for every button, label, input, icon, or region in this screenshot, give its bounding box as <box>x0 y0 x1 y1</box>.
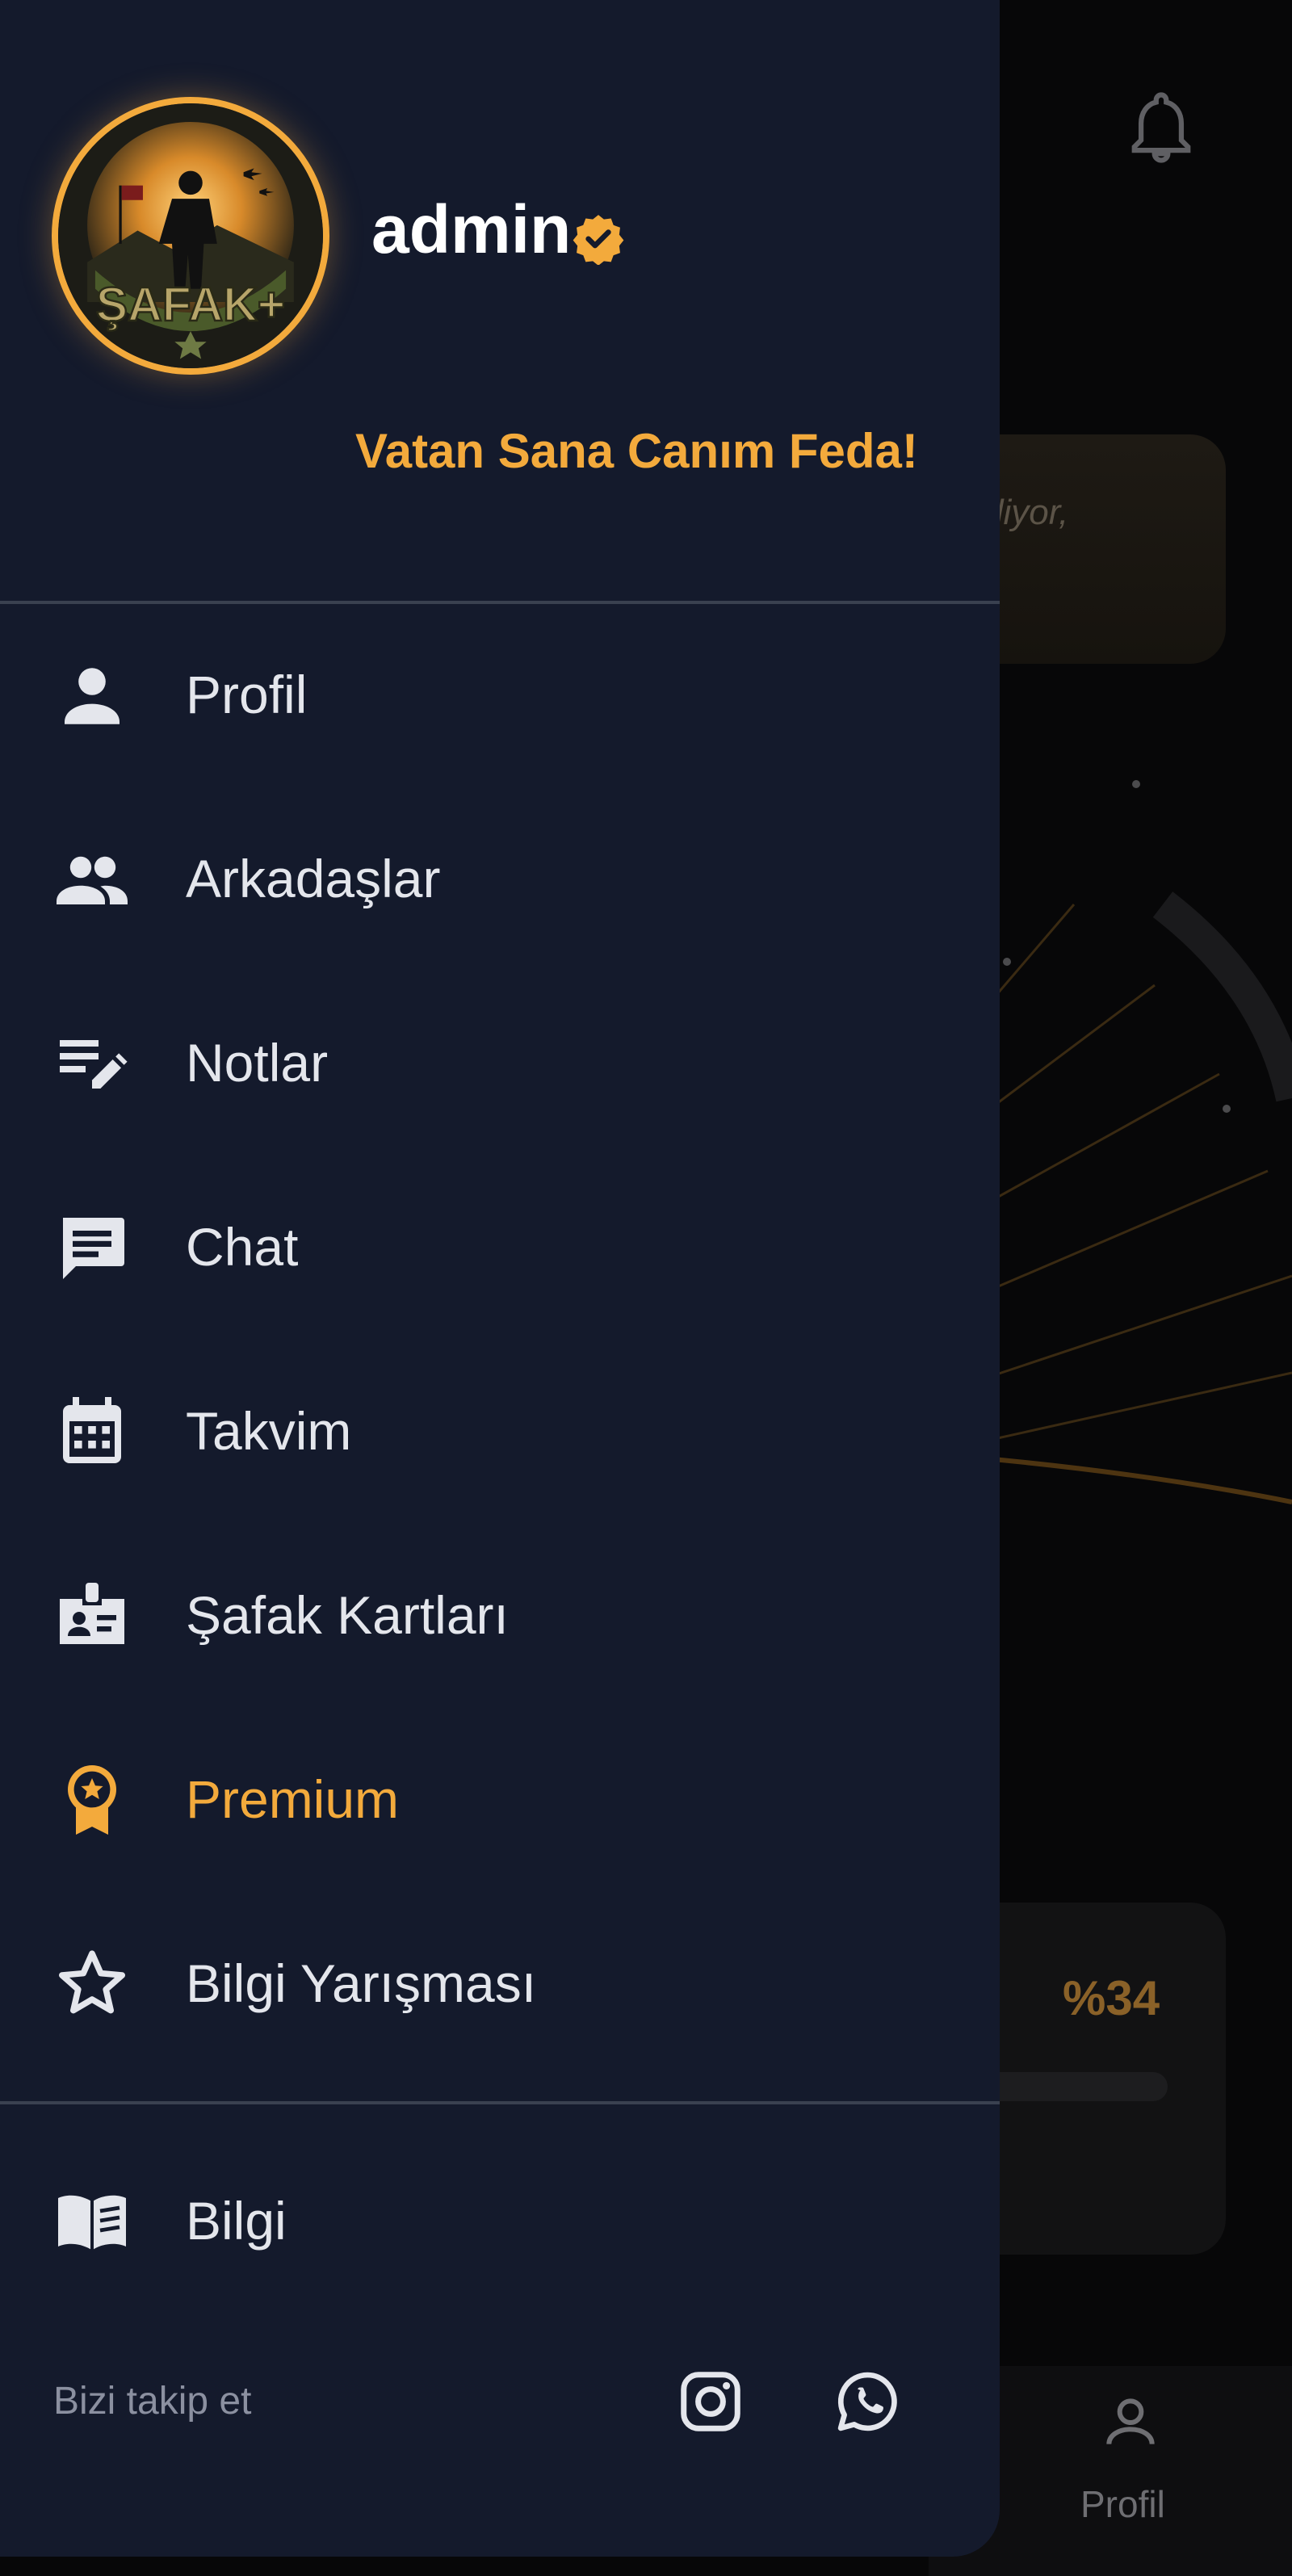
whatsapp-icon[interactable] <box>833 2368 901 2435</box>
person-icon <box>65 668 120 724</box>
menu-item-label: Chat <box>186 1217 299 1277</box>
menu-item-safak-kartlari[interactable]: Şafak Kartları <box>0 1542 1000 1688</box>
menu-item-label: Bilgi <box>186 2191 287 2251</box>
star-dot <box>1223 1105 1231 1113</box>
navigation-drawer: ŞAFAK+ admin Vatan Sana Canım Feda! Prof… <box>0 0 1000 2557</box>
menu-item-label: Takvim <box>186 1401 352 1461</box>
instagram-icon[interactable] <box>677 2368 745 2435</box>
menu-item-profil[interactable]: Profil <box>0 622 1000 767</box>
chat-icon <box>63 1218 124 1279</box>
star-outline-icon <box>59 1950 125 2014</box>
menu-divider <box>0 2101 1000 2104</box>
people-icon <box>57 856 128 904</box>
menu-item-label: Notlar <box>186 1033 329 1093</box>
menu-item-bilgi-yarismasi[interactable]: Bilgi Yarışması <box>0 1911 1000 2056</box>
progress-percent: %34 <box>1063 1971 1160 2025</box>
menu-item-chat[interactable]: Chat <box>0 1174 1000 1319</box>
person-outline-icon[interactable] <box>1098 2390 1163 2455</box>
bell-icon[interactable] <box>1127 90 1195 163</box>
verified-badge-icon <box>573 215 624 265</box>
svg-text:ŞAFAK+: ŞAFAK+ <box>96 278 286 331</box>
menu-item-label: Arkadaşlar <box>186 849 441 908</box>
menu-item-label: Profil <box>186 665 308 724</box>
calendar-icon <box>63 1397 121 1463</box>
menu-item-label: Şafak Kartları <box>186 1585 509 1645</box>
menu-item-premium[interactable]: Premium <box>0 1726 1000 1872</box>
avatar[interactable]: ŞAFAK+ <box>52 97 329 375</box>
star-dot <box>1003 958 1011 966</box>
menu-item-bilgi[interactable]: Bilgi <box>0 2148 1000 2293</box>
premium-badge-icon <box>68 1765 116 1835</box>
edit-note-icon <box>60 1040 128 1089</box>
star-dot <box>1132 780 1140 788</box>
header-divider <box>0 601 1000 604</box>
username: admin <box>371 191 572 267</box>
book-icon <box>58 2195 126 2250</box>
menu-item-takvim[interactable]: Takvim <box>0 1358 1000 1504</box>
menu-item-label: Premium <box>186 1769 400 1829</box>
nav-profile-label[interactable]: Profil <box>1080 2482 1165 2526</box>
menu-item-label: Bilgi Yarışması <box>186 1953 537 2013</box>
menu-item-arkadaslar[interactable]: Arkadaşlar <box>0 806 1000 951</box>
motto-text: Vatan Sana Canım Feda! <box>355 424 918 478</box>
follow-label: Bizi takip et <box>53 2380 252 2423</box>
logo-icon: ŞAFAK+ <box>58 103 323 368</box>
menu-item-notlar[interactable]: Notlar <box>0 990 1000 1135</box>
badge-card-icon <box>60 1583 124 1644</box>
